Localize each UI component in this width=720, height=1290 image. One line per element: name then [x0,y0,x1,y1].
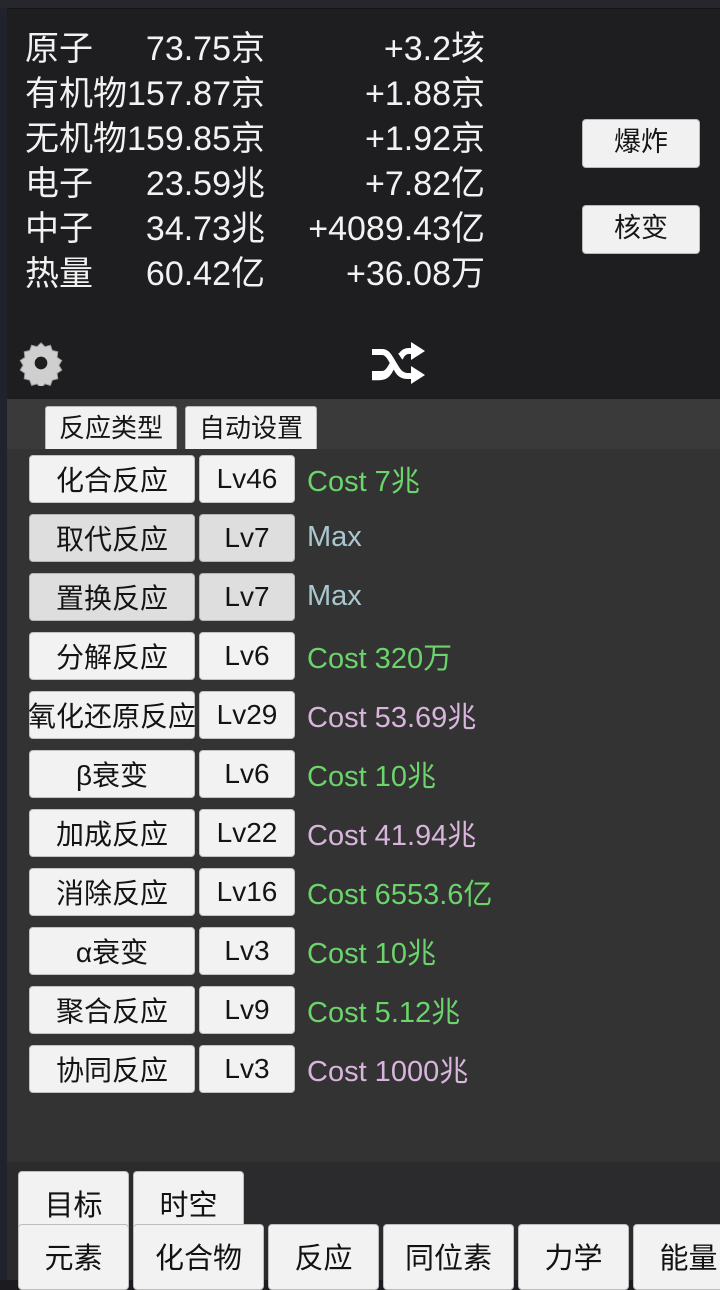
panel-tab-strip: 反应类型 自动设置 [7,399,720,449]
resource-rate: +4089.43亿 [265,207,485,252]
reaction-cost-label: Cost 1000兆 [307,1048,468,1090]
nav-tab-4[interactable]: 同位素 [383,1224,514,1290]
resource-row: 电子23.59兆+7.82亿 [25,162,485,207]
reaction-level-button[interactable]: Lv7 [199,514,295,562]
reaction-cost-label: Max [307,521,362,554]
resource-amount: 23.59兆 [127,162,265,207]
reaction-cost-label: Cost 6553.6亿 [307,871,492,913]
reaction-cost-label: Cost 10兆 [307,930,436,972]
reaction-name-button[interactable]: 加成反应 [29,809,195,857]
resource-rate: +36.08万 [265,252,485,297]
reaction-level-button[interactable]: Lv7 [199,573,295,621]
nuclear-button[interactable]: 核变 [582,205,700,254]
nav-tab-6[interactable]: 能量 [633,1224,720,1290]
resource-name: 有机物 [25,72,127,117]
resource-row: 无机物159.85京+1.92京 [25,117,485,162]
nav-row-primary: 元素化合物反应同位素力学能量 [18,1224,720,1290]
explode-button[interactable]: 爆炸 [582,119,700,168]
icon-toolbar [7,322,720,399]
left-edge-strip [0,8,7,1280]
reaction-row: 取代反应Lv7 Max [7,508,720,567]
bottom-navigation: 目标时空 元素化合物反应同位素力学能量 [7,1162,720,1280]
reaction-level-button[interactable]: Lv22 [199,809,295,857]
reaction-name-button[interactable]: 氧化还原反应 [29,691,195,739]
reaction-level-button[interactable]: Lv6 [199,750,295,798]
reaction-cost-label: Cost 10兆 [307,753,436,795]
reaction-row: β衰变Lv6 Cost 10兆 [7,744,720,803]
resource-stats-panel: 原子73.75京+3.2垓有机物157.87京+1.88京无机物159.85京+… [7,9,720,322]
resource-name: 中子 [25,207,127,252]
reaction-level-button[interactable]: Lv16 [199,868,295,916]
resource-amount: 34.73兆 [127,207,265,252]
reaction-name-button[interactable]: 取代反应 [29,514,195,562]
resource-stats-table: 原子73.75京+3.2垓有机物157.87京+1.88京无机物159.85京+… [25,27,485,297]
reaction-row: 协同反应Lv3 Cost 1000兆 [7,1039,720,1098]
resource-row: 有机物157.87京+1.88京 [25,72,485,117]
reaction-row: 消除反应Lv16 Cost 6553.6亿 [7,862,720,921]
nav-tab-1[interactable]: 元素 [18,1224,129,1290]
nav-tab-3[interactable]: 反应 [268,1224,379,1290]
app-root: 原子73.75京+3.2垓有机物157.87京+1.88京无机物159.85京+… [0,0,720,1280]
reaction-row: 氧化还原反应Lv29 Cost 53.69兆 [7,685,720,744]
reaction-row: α衰变Lv3 Cost 10兆 [7,921,720,980]
reaction-level-button[interactable]: Lv6 [199,632,295,680]
reaction-row: 置换反应Lv7 Max [7,567,720,626]
reaction-cost-label: Max [307,580,362,613]
resource-rate: +1.92京 [265,117,485,162]
reaction-level-button[interactable]: Lv29 [199,691,295,739]
resource-amount: 159.85京 [127,117,265,162]
nav-tab-2[interactable]: 化合物 [133,1224,264,1290]
reaction-cost-label: Cost 41.94兆 [307,812,476,854]
reaction-level-button[interactable]: Lv9 [199,986,295,1034]
reaction-name-button[interactable]: 聚合反应 [29,986,195,1034]
nav-tab-5[interactable]: 力学 [518,1224,629,1290]
reaction-row: 分解反应Lv6 Cost 320万 [7,626,720,685]
resource-name: 无机物 [25,117,127,162]
resource-name: 电子 [25,162,127,207]
stats-action-buttons: 爆炸 核变 [582,119,702,291]
resource-rate: +7.82亿 [265,162,485,207]
resource-rate: +1.88京 [265,72,485,117]
reaction-row: 加成反应Lv22 Cost 41.94兆 [7,803,720,862]
reaction-cost-label: Cost 53.69兆 [307,694,476,736]
reaction-level-button[interactable]: Lv3 [199,1045,295,1093]
shuffle-icon[interactable] [369,342,425,384]
resource-row: 中子34.73兆+4089.43亿 [25,207,485,252]
resource-name: 热量 [25,252,127,297]
reaction-name-button[interactable]: 消除反应 [29,868,195,916]
resource-amount: 73.75京 [127,27,265,72]
resource-name: 原子 [25,27,127,72]
resource-row: 原子73.75京+3.2垓 [25,27,485,72]
reaction-list: 化合反应Lv46Cost 7兆取代反应Lv7Max置换反应Lv7Max分解反应L… [7,449,720,1098]
tab-reaction-types[interactable]: 反应类型 [45,406,177,452]
reaction-level-button[interactable]: Lv3 [199,927,295,975]
reaction-cost-label: Cost 5.12兆 [307,989,460,1031]
reaction-level-button[interactable]: Lv46 [199,455,295,503]
reaction-name-button[interactable]: 协同反应 [29,1045,195,1093]
tab-auto-settings[interactable]: 自动设置 [185,406,317,452]
gear-icon[interactable] [18,340,64,386]
resource-amount: 157.87京 [127,72,265,117]
reaction-name-button[interactable]: 化合反应 [29,455,195,503]
resource-amount: 60.42亿 [127,252,265,297]
reaction-list-panel: 化合反应Lv46Cost 7兆取代反应Lv7Max置换反应Lv7Max分解反应L… [7,449,720,1162]
reaction-cost-label: Cost 7兆 [307,458,420,500]
resource-rate: +3.2垓 [265,27,485,72]
reaction-name-button[interactable]: 置换反应 [29,573,195,621]
reaction-row: 化合反应Lv46 Cost 7兆 [7,449,720,508]
reaction-name-button[interactable]: 分解反应 [29,632,195,680]
resource-row: 热量60.42亿+36.08万 [25,252,485,297]
reaction-name-button[interactable]: α衰变 [29,927,195,975]
reaction-cost-label: Cost 320万 [307,635,452,677]
reaction-row: 聚合反应Lv9 Cost 5.12兆 [7,980,720,1039]
reaction-name-button[interactable]: β衰变 [29,750,195,798]
system-status-strip [0,0,720,9]
